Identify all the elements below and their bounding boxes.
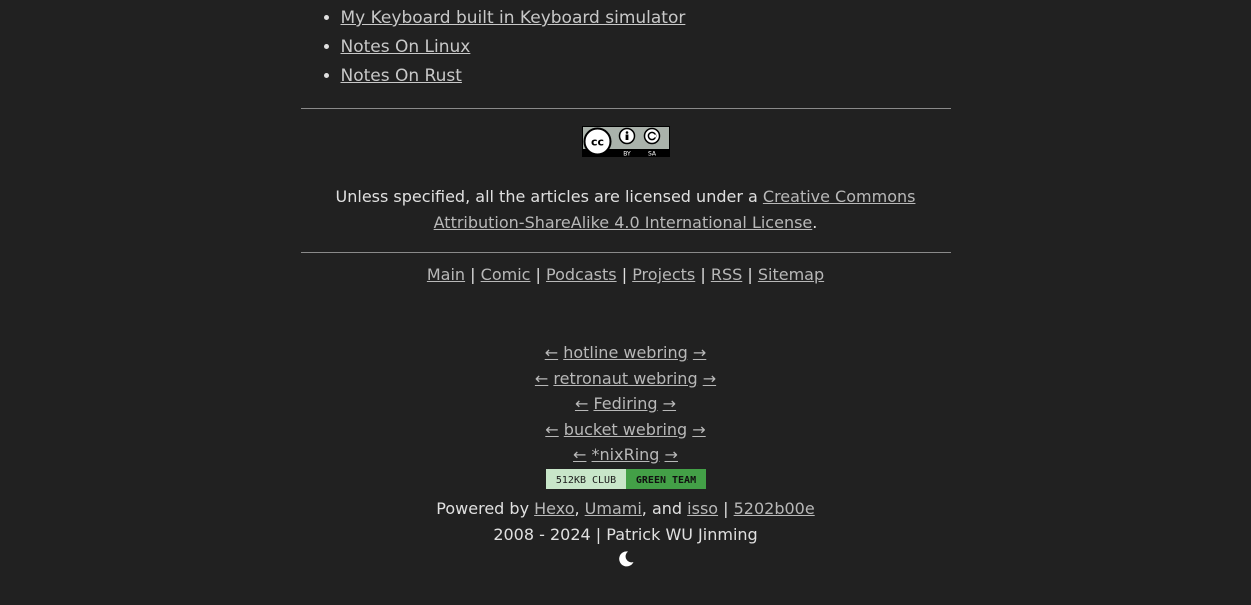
nav-separator: |: [470, 265, 476, 284]
webring-next-link[interactable]: →: [665, 445, 678, 464]
powered-line: Powered by Hexo, Umami, and isso | 5202b…: [301, 496, 951, 522]
nav-separator: |: [747, 265, 753, 284]
nav-comic-link[interactable]: Comic: [481, 265, 531, 284]
post-link[interactable]: Notes On Linux: [341, 37, 471, 57]
svg-text:cc: cc: [590, 136, 603, 149]
club-badge-left-text: 512KB CLUB: [555, 475, 615, 486]
webring-prev-link[interactable]: ←: [545, 343, 558, 362]
page-footer-area: My Keyboard built in Keyboard simulator …: [300, 0, 951, 570]
license-suffix: .: [812, 213, 818, 232]
powered-separator: |: [718, 498, 734, 518]
webring-prev-link[interactable]: ←: [535, 369, 548, 388]
webring-row: ← *nixRing →: [301, 442, 951, 468]
webring-name-link[interactable]: hotline webring: [563, 343, 688, 362]
nav-separator: |: [700, 265, 706, 284]
nav-podcasts-link[interactable]: Podcasts: [546, 265, 617, 284]
list-item: My Keyboard built in Keyboard simulator: [341, 4, 951, 33]
webrings-section: ← hotline webring → ← retronaut webring …: [301, 340, 951, 490]
license-text: Unless specified, all the articles are l…: [301, 184, 951, 236]
badge-by-text: BY: [623, 150, 631, 157]
webring-row: ← Fediring →: [301, 391, 951, 417]
webring-prev-link[interactable]: ←: [545, 420, 558, 439]
license-prefix: Unless specified, all the articles are l…: [335, 187, 763, 206]
webring-name-link[interactable]: bucket webring: [564, 420, 687, 439]
webring-row: ← retronaut webring →: [301, 366, 951, 392]
webring-next-link[interactable]: →: [692, 420, 705, 439]
badge-sa-text: SA: [647, 150, 656, 157]
512kb-club-badge-image: 512KB CLUB GREEN TEAM: [545, 468, 706, 489]
webring-next-link[interactable]: →: [693, 343, 706, 362]
umami-link[interactable]: Umami: [585, 499, 642, 518]
copyright: 2008 - 2024 | Patrick WU Jinming: [493, 524, 758, 544]
webring-name-link[interactable]: Fediring: [593, 394, 657, 413]
cc-by-sa-icon: cc BY SA: [581, 126, 670, 157]
theme-toggle[interactable]: [301, 550, 951, 570]
nav-main-link[interactable]: Main: [427, 265, 465, 284]
powered-prefix: Powered by: [436, 498, 535, 518]
club-badge-row: 512KB CLUB GREEN TEAM: [301, 468, 951, 490]
cc-by-sa-badge[interactable]: cc BY SA: [581, 126, 670, 157]
post-link[interactable]: My Keyboard built in Keyboard simulator: [341, 8, 686, 28]
recent-posts-list: My Keyboard built in Keyboard simulator …: [301, 0, 951, 91]
webring-name-link[interactable]: retronaut webring: [553, 369, 697, 388]
hexo-link[interactable]: Hexo: [534, 499, 574, 518]
club-badge-right-text: GREEN TEAM: [635, 475, 695, 486]
webring-row: ← hotline webring →: [301, 340, 951, 366]
webring-prev-link[interactable]: ←: [575, 394, 588, 413]
powered-comma: ,: [574, 498, 585, 518]
webring-next-link[interactable]: →: [703, 369, 716, 388]
webring-name-link[interactable]: *nixRing: [592, 445, 660, 464]
isso-link[interactable]: isso: [687, 499, 718, 518]
site-nav: Main | Comic | Podcasts | Projects | RSS…: [301, 265, 951, 284]
nav-separator: |: [535, 265, 541, 284]
commit-link[interactable]: 5202b00e: [734, 499, 815, 518]
512kb-club-badge[interactable]: 512KB CLUB GREEN TEAM: [545, 468, 706, 489]
nav-separator: |: [621, 265, 628, 284]
nav-rss-link[interactable]: RSS: [711, 265, 742, 284]
license-section: cc BY SA Unless specified, all the artic…: [301, 109, 951, 236]
divider: [300, 252, 951, 253]
webring-next-link[interactable]: →: [663, 394, 676, 413]
list-item: Notes On Rust: [341, 62, 951, 91]
webring-row: ← bucket webring →: [301, 417, 951, 443]
post-link[interactable]: Notes On Rust: [341, 66, 462, 86]
webring-prev-link[interactable]: ←: [573, 445, 586, 464]
powered-by: Powered by Hexo, Umami, and isso | 5202b…: [301, 496, 951, 548]
list-item: Notes On Linux: [341, 33, 951, 62]
moon-icon[interactable]: [617, 550, 635, 568]
nav-sitemap-link[interactable]: Sitemap: [758, 265, 824, 284]
nav-projects-link[interactable]: Projects: [632, 265, 695, 284]
powered-and: , and: [641, 498, 688, 518]
